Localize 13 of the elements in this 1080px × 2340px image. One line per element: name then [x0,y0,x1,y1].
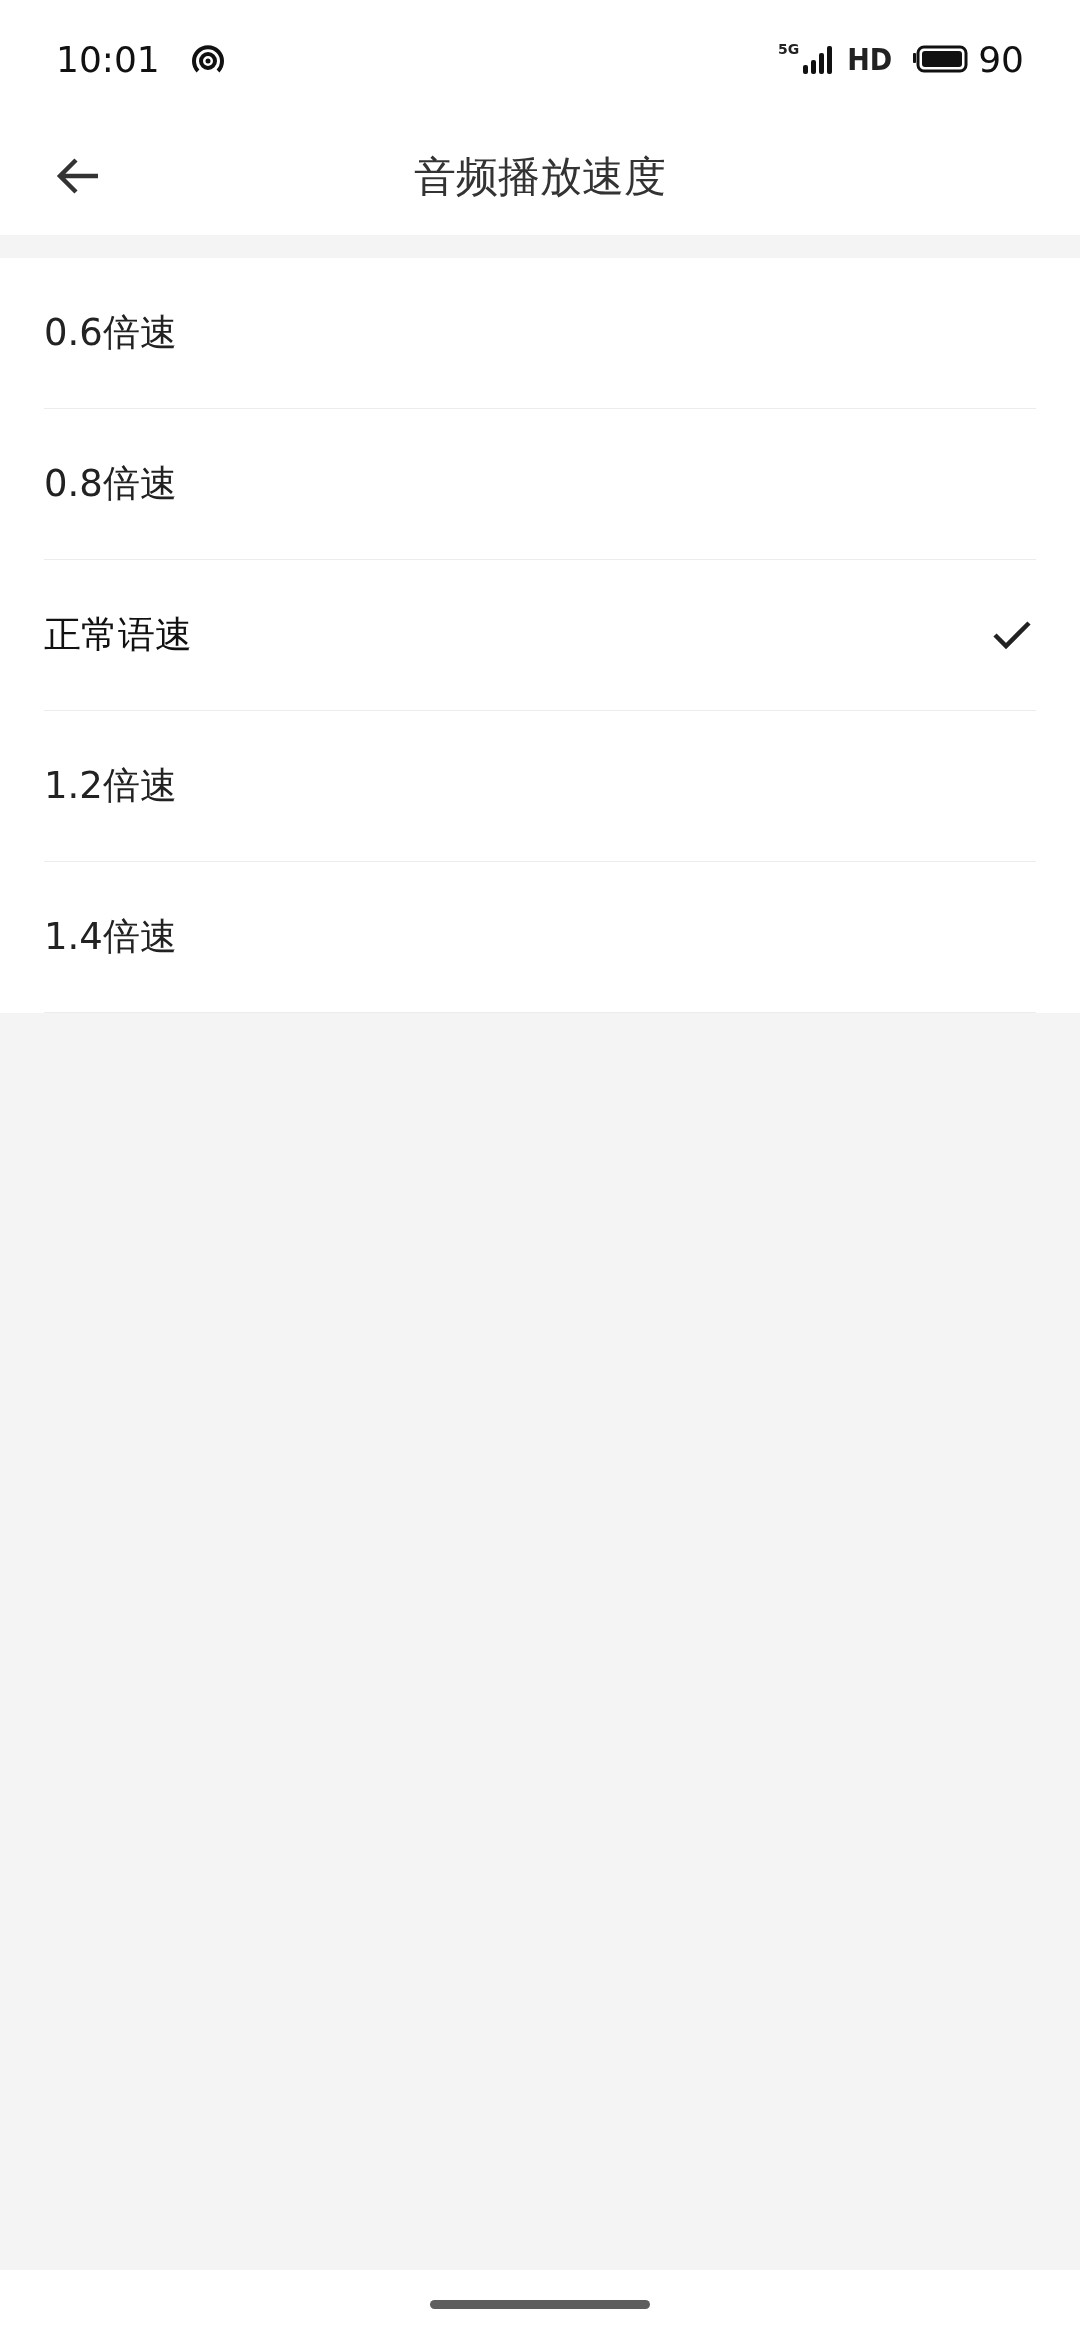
speed-option[interactable]: 1.4倍速 [44,862,1036,1013]
speed-option[interactable]: 正常语速 [44,560,1036,711]
speed-option[interactable]: 0.8倍速 [44,409,1036,560]
battery-level: 90 [978,38,1024,80]
speed-option[interactable]: 1.2倍速 [44,711,1036,862]
battery-icon [912,45,969,73]
speed-option[interactable]: 0.6倍速 [44,258,1036,409]
hd-label: HD [847,41,893,77]
network-label: 5G [777,40,800,57]
check-icon [992,620,1032,650]
signal-icon [803,44,834,74]
status-time: 10:01 [56,38,160,80]
page-title: 音频播放速度 [414,150,666,203]
